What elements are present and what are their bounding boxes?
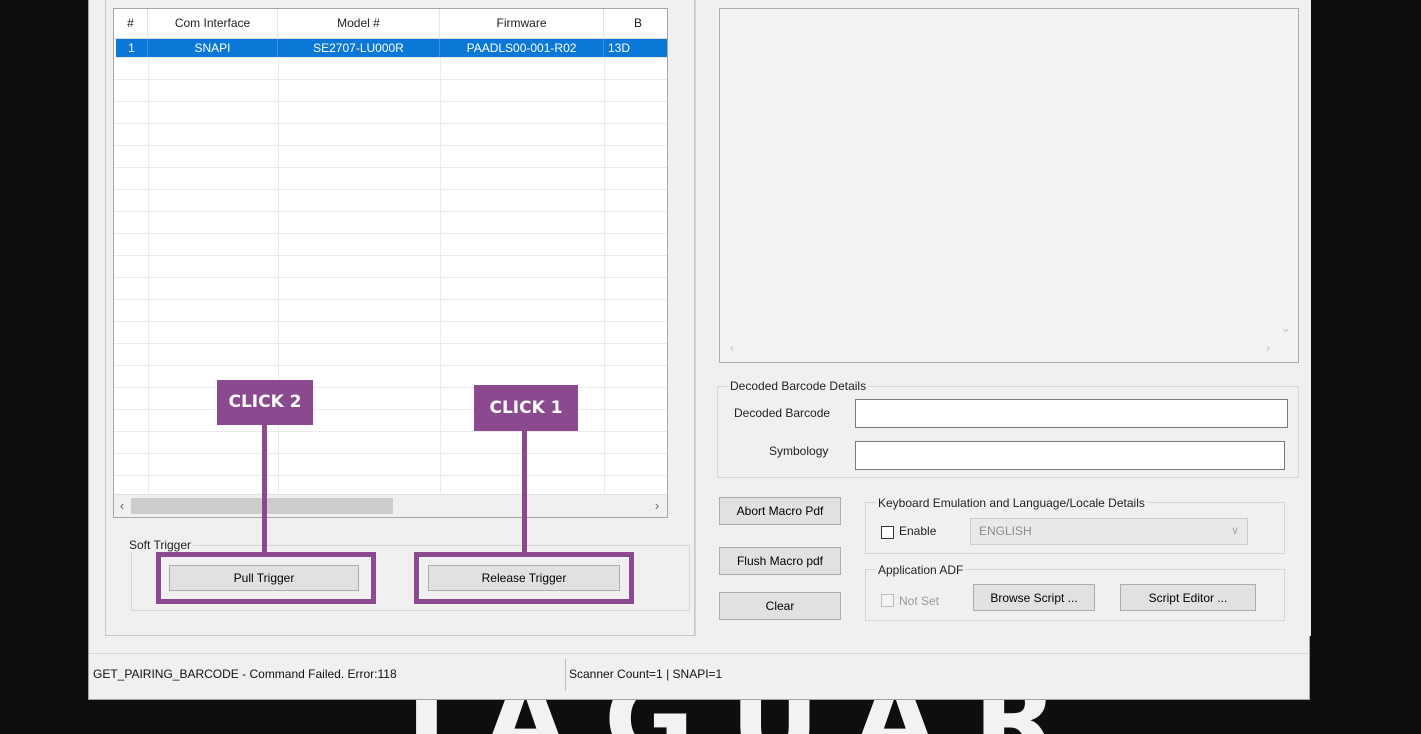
application-adf-title: Application ADF bbox=[876, 563, 966, 577]
flush-macro-label: Flush Macro pdf bbox=[736, 554, 824, 568]
table-column-divider bbox=[148, 57, 149, 493]
callout-click-2-line bbox=[262, 425, 267, 555]
table-row-divider bbox=[114, 409, 667, 410]
table-row-divider bbox=[114, 431, 667, 432]
soft-trigger-title: Soft Trigger bbox=[127, 538, 194, 552]
browse-script-button[interactable]: Browse Script ... bbox=[973, 584, 1095, 611]
table-header: # Com Interface Model # Firmware B bbox=[114, 9, 667, 39]
table-row-divider bbox=[114, 233, 667, 234]
scanner-table[interactable]: # Com Interface Model # Firmware B 1 SNA… bbox=[113, 8, 668, 518]
table-row-divider bbox=[114, 343, 667, 344]
table-row-divider bbox=[114, 255, 667, 256]
status-bar-separator bbox=[89, 653, 1309, 654]
table-row-divider bbox=[114, 57, 667, 58]
flush-macro-pdf-button[interactable]: Flush Macro pdf bbox=[719, 547, 841, 575]
table-column-divider bbox=[278, 57, 279, 493]
table-row-selected[interactable]: 1 SNAPI SE2707-LU000R PAADLS00-001-R02 1… bbox=[116, 39, 667, 57]
abort-macro-pdf-button[interactable]: Abort Macro Pdf bbox=[719, 497, 841, 525]
cell-firmware: PAADLS00-001-R02 bbox=[440, 39, 604, 57]
table-row-divider bbox=[114, 167, 667, 168]
column-header-firmware[interactable]: Firmware bbox=[440, 9, 604, 38]
column-header-index[interactable]: # bbox=[114, 9, 148, 38]
clear-button[interactable]: Clear bbox=[719, 592, 841, 620]
cell-b: 13D bbox=[608, 41, 631, 55]
column-header-b[interactable]: B bbox=[604, 9, 667, 38]
callout-click-1-frame bbox=[414, 552, 634, 604]
table-column-divider bbox=[440, 57, 441, 493]
abort-macro-label: Abort Macro Pdf bbox=[736, 504, 824, 518]
cell-index: 1 bbox=[116, 39, 148, 57]
column-header-model[interactable]: Model # bbox=[278, 9, 440, 38]
table-row-divider bbox=[114, 453, 667, 454]
status-scanner-count: Scanner Count=1 | SNAPI=1 bbox=[569, 667, 723, 681]
decoded-barcode-field[interactable] bbox=[855, 399, 1288, 428]
table-row-divider bbox=[114, 365, 667, 366]
callout-click-1: CLICK 1 bbox=[474, 385, 578, 431]
enable-label: Enable bbox=[899, 524, 937, 538]
not-set-checkbox[interactable] bbox=[881, 594, 894, 607]
table-row-divider bbox=[114, 79, 667, 80]
scroll-right-icon[interactable]: › bbox=[649, 497, 665, 515]
screen: JAGUAR # Com Interface Model # Firmware … bbox=[0, 0, 1421, 734]
output-text-area[interactable]: ‹ › ⌄ bbox=[719, 8, 1299, 363]
callout-click-2-frame bbox=[156, 552, 376, 604]
table-row-divider bbox=[114, 387, 667, 388]
table-row-divider bbox=[114, 123, 667, 124]
table-row-divider bbox=[114, 101, 667, 102]
status-message: GET_PAIRING_BARCODE - Command Failed. Er… bbox=[93, 667, 397, 681]
language-dropdown[interactable]: ENGLISH ∨ bbox=[970, 518, 1248, 545]
table-column-divider bbox=[604, 57, 605, 493]
script-editor-button[interactable]: Script Editor ... bbox=[1120, 584, 1256, 611]
table-row-divider bbox=[114, 475, 667, 476]
keyboard-emulation-title: Keyboard Emulation and Language/Locale D… bbox=[876, 496, 1147, 510]
table-row-divider bbox=[114, 299, 667, 300]
table-horizontal-scrollbar[interactable]: ‹ › bbox=[114, 494, 667, 517]
callout-click-1-line bbox=[522, 431, 527, 555]
language-selected-value: ENGLISH bbox=[979, 524, 1032, 538]
cell-model: SE2707-LU000R bbox=[278, 39, 440, 57]
column-header-com-interface[interactable]: Com Interface bbox=[148, 9, 278, 38]
callout-click-2: CLICK 2 bbox=[217, 380, 313, 425]
symbology-field[interactable] bbox=[855, 441, 1285, 470]
decoded-barcode-label: Decoded Barcode bbox=[734, 406, 831, 420]
status-divider bbox=[565, 659, 566, 691]
symbology-label: Symbology bbox=[769, 444, 829, 458]
table-row-divider bbox=[114, 145, 667, 146]
browse-script-label: Browse Script ... bbox=[990, 590, 1078, 605]
script-editor-label: Script Editor ... bbox=[1148, 590, 1228, 605]
table-row-divider bbox=[114, 189, 667, 190]
scroll-left-icon[interactable]: ‹ bbox=[724, 339, 740, 357]
table-row-divider bbox=[114, 321, 667, 322]
table-row-divider bbox=[114, 277, 667, 278]
enable-checkbox[interactable] bbox=[881, 526, 894, 539]
cell-com-interface: SNAPI bbox=[148, 39, 278, 57]
clear-label: Clear bbox=[765, 599, 795, 613]
decoded-details-title: Decoded Barcode Details bbox=[728, 379, 869, 393]
scroll-left-icon[interactable]: ‹ bbox=[114, 497, 130, 515]
scroll-right-icon[interactable]: › bbox=[1260, 339, 1276, 357]
chevron-down-icon: ∨ bbox=[1230, 525, 1239, 537]
scroll-down-icon[interactable]: ⌄ bbox=[1278, 319, 1294, 337]
not-set-label: Not Set bbox=[899, 594, 940, 608]
table-row-divider bbox=[114, 211, 667, 212]
